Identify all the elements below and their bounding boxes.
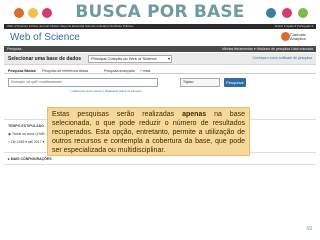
sub-nav-tools[interactable]: Minhas ferramentas ▾ Histórico de pesqui… — [222, 46, 313, 52]
web-of-science-screenshot: Web of Science InCites Journal Citation … — [4, 24, 316, 196]
sub-nav: Pesquisa Minhas ferramentas ▾ Histórico … — [4, 46, 316, 52]
database-dropdown-value: Principal Coleção do Web of Science — [91, 56, 157, 61]
clarivate-brand: Clarivate Analytics — [290, 32, 307, 41]
search-input[interactable]: Exemplo: oil spill* mediterranean — [8, 78, 158, 87]
sub-nav-search[interactable]: Pesquisa — [7, 46, 21, 52]
chevron-down-icon: ▾ — [167, 56, 170, 61]
more-settings-toggle[interactable]: ▸ MAIS CONFIGURAÇÕES — [8, 157, 52, 161]
database-select-bar: Selecionar uma base de dados Principal C… — [4, 53, 316, 65]
callout-text-part1: Estas pesquisas serão realizadas — [52, 111, 183, 118]
database-select-label: Selecionar uma base de dados — [8, 56, 82, 62]
add-field-link[interactable]: + Adicionar outro campo | Restaurar todo… — [70, 89, 142, 93]
slide-title: BUSCA POR BASE — [75, 2, 245, 22]
page-number: 59 — [306, 226, 312, 232]
tab-basic-search[interactable]: Pesquisa Básica — [8, 68, 36, 74]
callout-bold: apenas — [182, 111, 207, 118]
search-tabs: Pesquisa Básica Pesquisa de referência c… — [4, 67, 316, 74]
title-bar: BUSCA POR BASE — [0, 2, 320, 22]
search-field-select[interactable]: Tópico — [180, 78, 220, 87]
time-span-range-radio[interactable]: ○ De 1945 ▾ até 2017 ▾ — [8, 140, 44, 144]
new-software-link[interactable]: Conheça o novo software de pesquisa — [252, 56, 312, 60]
search-row: Exemplo: oil spill* mediterranean Tópico… — [8, 78, 312, 88]
search-button[interactable]: Pesquisar — [224, 78, 246, 87]
explanation-callout: Estas pesquisas serão realizadas apenas … — [47, 107, 250, 156]
clarivate-logo-icon — [281, 32, 290, 41]
tab-cited-reference-search[interactable]: Pesquisa de referência citada — [42, 68, 88, 74]
tab-more[interactable]: + mais — [140, 68, 150, 74]
divider — [4, 164, 316, 165]
time-span-heading: TEMPO ESTIPULADO — [8, 124, 44, 128]
tab-advanced-search[interactable]: Pesquisa avançada — [104, 68, 135, 74]
header: Web of Science Clarivate Analytics — [4, 29, 316, 46]
web-of-science-logo[interactable]: Web of Science — [10, 32, 80, 43]
database-dropdown[interactable]: Principal Coleção do Web of Science ▾ — [88, 55, 172, 63]
slide: BUSCA POR BASE Web of Science InCites Jo… — [0, 0, 320, 240]
